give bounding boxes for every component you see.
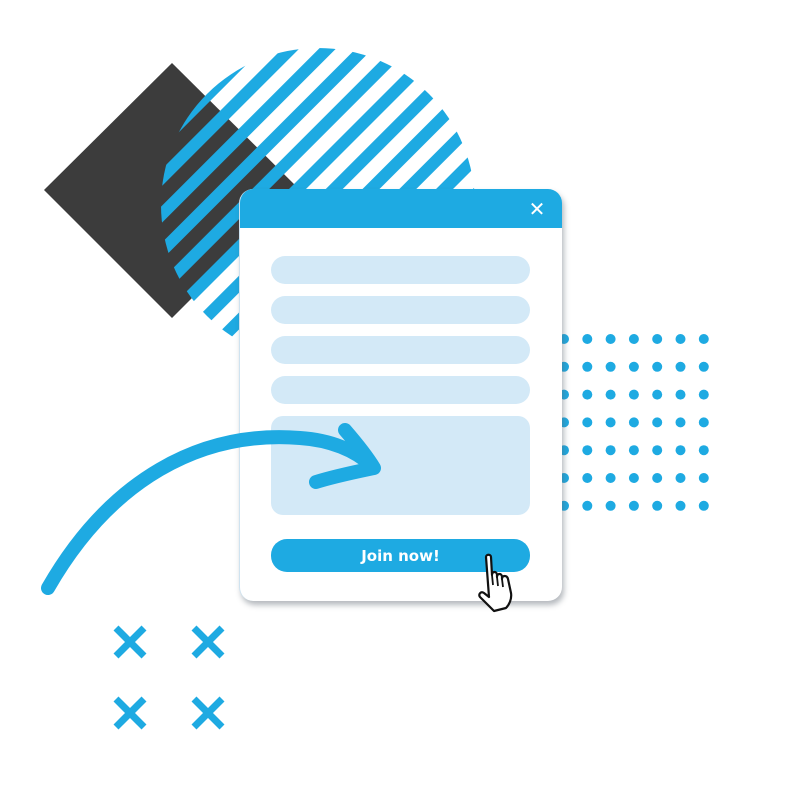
form-field-1[interactable] bbox=[271, 256, 530, 284]
x-mark-icon bbox=[113, 696, 147, 730]
popup-header: ✕ bbox=[240, 189, 562, 228]
hand-cursor-icon bbox=[478, 553, 513, 613]
x-mark-icon bbox=[191, 696, 225, 730]
form-field-3[interactable] bbox=[271, 336, 530, 364]
close-icon[interactable]: ✕ bbox=[526, 198, 548, 220]
signup-popup: ✕ Join now! bbox=[239, 189, 562, 601]
x-mark-icon bbox=[191, 625, 225, 659]
message-textarea[interactable] bbox=[271, 416, 530, 515]
x-mark-icon bbox=[113, 625, 147, 659]
form-field-2[interactable] bbox=[271, 296, 530, 324]
form-field-4[interactable] bbox=[271, 376, 530, 404]
